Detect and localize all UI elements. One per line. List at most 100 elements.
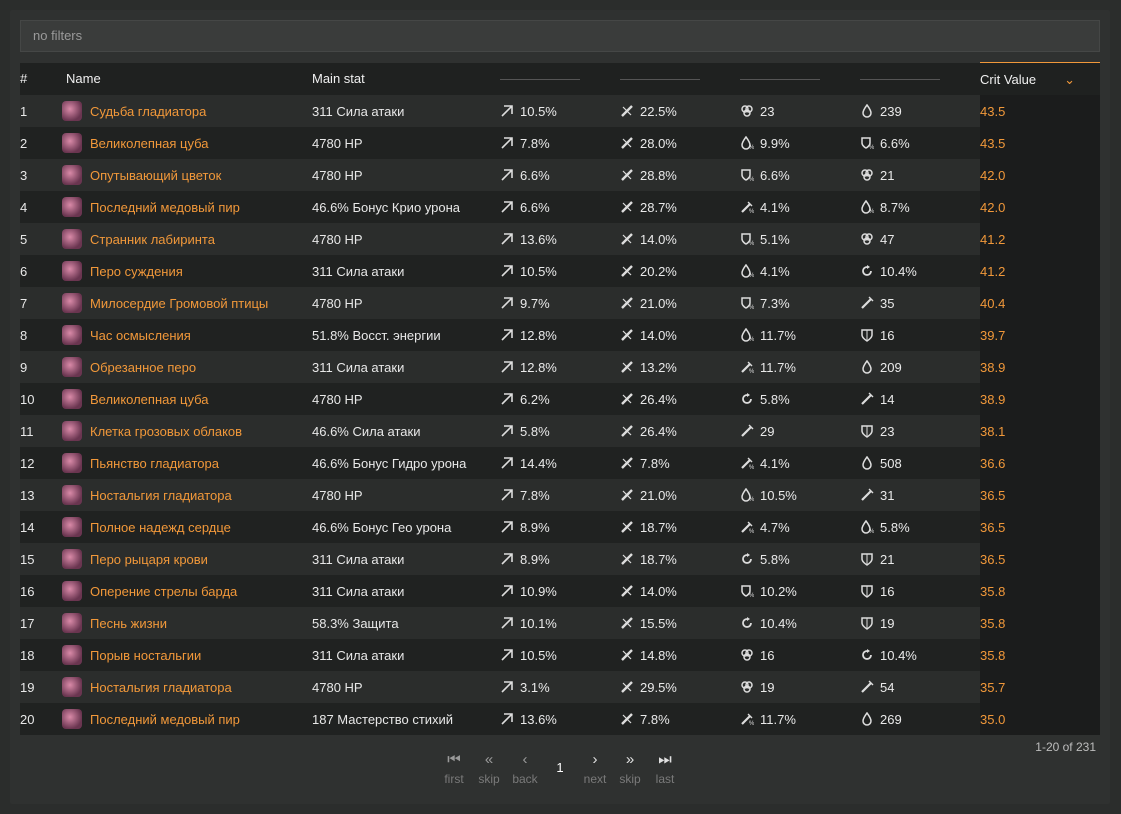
artifact-name-cell[interactable]: Великолепная цуба	[56, 127, 312, 159]
artifact-name-cell[interactable]: Ностальгия гладиатора	[56, 479, 312, 511]
row-index: 14	[20, 511, 56, 543]
artifact-name-cell[interactable]: Странник лабиринта	[56, 223, 312, 255]
artifact-name-cell[interactable]: Пьянство гладиатора	[56, 447, 312, 479]
table-row[interactable]: 9 Обрезанное перо 311 Сила атаки 12.8% 1…	[20, 351, 1100, 383]
def-percent-icon: %	[740, 584, 754, 598]
artifact-name[interactable]: Милосердие Громовой птицы	[90, 296, 268, 311]
table-row[interactable]: 1 Судьба гладиатора 311 Сила атаки 10.5%…	[20, 95, 1100, 127]
substat-cell: 10.5%	[500, 639, 620, 671]
crit-rate-icon	[500, 232, 514, 246]
artifact-name[interactable]: Час осмысления	[90, 328, 191, 343]
artifact-name-cell[interactable]: Милосердие Громовой птицы	[56, 287, 312, 319]
crit-dmg-icon	[620, 328, 634, 342]
table-row[interactable]: 8 Час осмысления 51.8% Восст. энергии 12…	[20, 319, 1100, 351]
substat-cell: 14.0%	[620, 223, 740, 255]
artifact-name[interactable]: Пьянство гладиатора	[90, 456, 219, 471]
artifact-name[interactable]: Великолепная цуба	[90, 392, 208, 407]
artifact-name-cell[interactable]: Великолепная цуба	[56, 383, 312, 415]
row-index: 6	[20, 255, 56, 287]
back-button[interactable]: ‹ back	[507, 750, 543, 786]
crit-value: 43.5	[980, 95, 1100, 127]
artifact-name[interactable]: Оперение стрелы барда	[90, 584, 237, 599]
next-button[interactable]: › next	[577, 750, 613, 786]
artifact-name[interactable]: Ностальгия гладиатора	[90, 488, 232, 503]
crit-dmg-icon	[620, 488, 634, 502]
artifact-name[interactable]: Последний медовый пир	[90, 712, 240, 727]
table-row[interactable]: 15 Перо рыцаря крови 311 Сила атаки 8.9%…	[20, 543, 1100, 575]
filter-input[interactable]: no filters	[20, 20, 1100, 52]
artifact-name-cell[interactable]: Перо суждения	[56, 255, 312, 287]
artifact-name[interactable]: Судьба гладиатора	[90, 104, 206, 119]
table-row[interactable]: 2 Великолепная цуба 4780 HP 7.8% 28.0% %…	[20, 127, 1100, 159]
artifact-name[interactable]: Перо рыцаря крови	[90, 552, 208, 567]
table-row[interactable]: 13 Ностальгия гладиатора 4780 HP 7.8% 21…	[20, 479, 1100, 511]
substat-cell: 35	[860, 287, 980, 319]
col-substat-4-header[interactable]	[860, 62, 980, 95]
artifact-name-cell[interactable]: Оперение стрелы барда	[56, 575, 312, 607]
artifact-name-cell[interactable]: Час осмысления	[56, 319, 312, 351]
current-page[interactable]: 1	[542, 760, 578, 775]
col-main-stat-header[interactable]: Main stat	[312, 62, 500, 95]
crit-rate-icon	[500, 104, 514, 118]
artifact-name-cell[interactable]: Порыв ностальгии	[56, 639, 312, 671]
artifact-name-cell[interactable]: Опутывающий цветок	[56, 159, 312, 191]
svg-text:%: %	[749, 209, 754, 214]
artifact-table: # Name Main stat Crit Value ⌄ 1 Судьба г…	[20, 62, 1100, 735]
artifact-name-cell[interactable]: Клетка грозовых облаков	[56, 415, 312, 447]
table-row[interactable]: 19 Ностальгия гладиатора 4780 HP 3.1% 29…	[20, 671, 1100, 703]
artifact-name-cell[interactable]: Перо рыцаря крови	[56, 543, 312, 575]
table-row[interactable]: 3 Опутывающий цветок 4780 HP 6.6% 28.8%	[20, 159, 1100, 191]
table-row[interactable]: 4 Последний медовый пир 46.6% Бонус Крио…	[20, 191, 1100, 223]
table-row[interactable]: 6 Перо суждения 311 Сила атаки 10.5% 20.…	[20, 255, 1100, 287]
col-substat-1-header[interactable]	[500, 62, 620, 95]
skip-forward-button[interactable]: » skip	[612, 750, 648, 786]
artifact-name[interactable]: Клетка грозовых облаков	[90, 424, 242, 439]
substat-cell: 26.4%	[620, 415, 740, 447]
main-stat: 4780 HP	[312, 127, 500, 159]
table-row[interactable]: 7 Милосердие Громовой птицы 4780 HP 9.7%…	[20, 287, 1100, 319]
col-substat-2-header[interactable]	[620, 62, 740, 95]
col-crit-value-header[interactable]: Crit Value ⌄	[980, 62, 1100, 95]
first-page-button[interactable]: ⏮ first	[436, 750, 472, 786]
artifact-name-cell[interactable]: Обрезанное перо	[56, 351, 312, 383]
skip-back-button[interactable]: « skip	[471, 750, 507, 786]
crit-value: 36.6	[980, 447, 1100, 479]
artifact-name-cell[interactable]: Последний медовый пир	[56, 703, 312, 735]
chevron-left-icon: ‹	[522, 751, 528, 768]
artifact-name-cell[interactable]: Последний медовый пир	[56, 191, 312, 223]
artifact-name[interactable]: Песнь жизни	[90, 616, 167, 631]
col-index-header[interactable]: #	[20, 62, 56, 95]
artifact-name[interactable]: Обрезанное перо	[90, 360, 196, 375]
crit-value: 39.7	[980, 319, 1100, 351]
col-name-header[interactable]: Name	[56, 62, 312, 95]
table-row[interactable]: 16 Оперение стрелы барда 311 Сила атаки …	[20, 575, 1100, 607]
artifact-name-cell[interactable]: Песнь жизни	[56, 607, 312, 639]
table-row[interactable]: 18 Порыв ностальгии 311 Сила атаки 10.5%…	[20, 639, 1100, 671]
artifact-name[interactable]: Последний медовый пир	[90, 200, 240, 215]
substat-cell: 29	[740, 415, 860, 447]
artifact-name[interactable]: Опутывающий цветок	[90, 168, 221, 183]
def-icon	[740, 680, 754, 694]
artifact-name-cell[interactable]: Полное надежд сердце	[56, 511, 312, 543]
table-row[interactable]: 11 Клетка грозовых облаков 46.6% Сила ат…	[20, 415, 1100, 447]
substat-cell: 21	[860, 159, 980, 191]
artifact-name[interactable]: Порыв ностальгии	[90, 648, 201, 663]
artifact-name-cell[interactable]: Ностальгия гладиатора	[56, 671, 312, 703]
artifact-name-cell[interactable]: Судьба гладиатора	[56, 95, 312, 127]
artifact-name[interactable]: Полное надежд сердце	[90, 520, 231, 535]
crit-value: 35.0	[980, 703, 1100, 735]
table-row[interactable]: 10 Великолепная цуба 4780 HP 6.2% 26.4%	[20, 383, 1100, 415]
table-row[interactable]: 14 Полное надежд сердце 46.6% Бонус Гео …	[20, 511, 1100, 543]
table-row[interactable]: 12 Пьянство гладиатора 46.6% Бонус Гидро…	[20, 447, 1100, 479]
table-row[interactable]: 5 Странник лабиринта 4780 HP 13.6% 14.0%	[20, 223, 1100, 255]
artifact-name[interactable]: Ностальгия гладиатора	[90, 680, 232, 695]
artifact-name[interactable]: Странник лабиринта	[90, 232, 215, 247]
table-row[interactable]: 17 Песнь жизни 58.3% Защита 10.1% 15.5%	[20, 607, 1100, 639]
substat-cell: 21.0%	[620, 479, 740, 511]
table-row[interactable]: 20 Последний медовый пир 187 Мастерство …	[20, 703, 1100, 735]
last-page-button[interactable]: ⏭ last	[647, 750, 683, 786]
col-substat-3-header[interactable]	[740, 62, 860, 95]
artifact-name[interactable]: Перо суждения	[90, 264, 183, 279]
artifact-name[interactable]: Великолепная цуба	[90, 136, 208, 151]
artifact-icon	[62, 485, 82, 505]
